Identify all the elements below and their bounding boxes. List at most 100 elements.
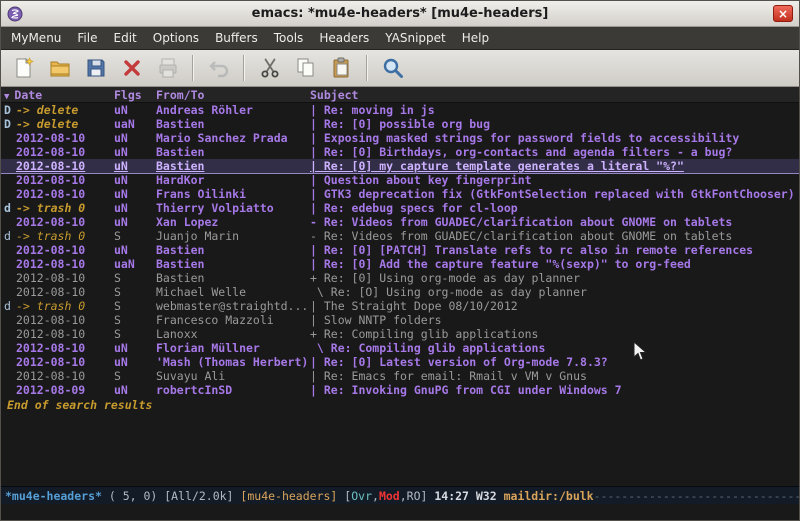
message-subject: | Re: [0] Latest version of Org-mode 7.8… — [310, 355, 799, 369]
message-subject: | Re: Invoking GnuPG from CGI under Wind… — [310, 383, 799, 397]
modeline-segment: ( 5, 0) — [102, 489, 164, 503]
menu-tools[interactable]: Tools — [266, 27, 312, 49]
message-subject: | Re: moving in js — [310, 103, 799, 117]
message-date: -> delete — [16, 117, 114, 131]
message-subject: | GTK3 deprecation fix (GtkFontSelection… — [310, 187, 799, 201]
message-mark — [4, 257, 16, 271]
message-date: 2012-08-10 — [16, 327, 114, 341]
menu-edit[interactable]: Edit — [106, 27, 145, 49]
message-mark — [4, 271, 16, 285]
menu-mymenu[interactable]: MyMenu — [3, 27, 69, 49]
menu-buffers[interactable]: Buffers — [207, 27, 266, 49]
message-row[interactable]: 2012-08-10SMichael Welle \ Re: [O] Using… — [1, 285, 799, 299]
column-header-date[interactable]: ▼Date — [4, 87, 114, 102]
message-mark — [4, 369, 16, 383]
new-file-button[interactable] — [7, 53, 40, 84]
save-button[interactable] — [79, 53, 112, 84]
titlebar[interactable]: emacs: *mu4e-headers* [mu4e-headers] × — [1, 1, 799, 27]
message-date: -> trash 0 — [16, 201, 114, 215]
message-row[interactable]: d-> trash 0SJuanjo Marin- Re: Videos fro… — [1, 229, 799, 243]
undo-icon — [207, 56, 231, 80]
message-from: robertcInSD — [156, 383, 310, 397]
message-date: 2012-08-10 — [16, 355, 114, 369]
print-button — [151, 53, 184, 84]
message-row[interactable]: 2012-08-10uNBastien| Re: [0] Birthdays, … — [1, 145, 799, 159]
message-row[interactable]: 2012-08-10uNFlorian Müllner \ Re: Compil… — [1, 341, 799, 355]
message-row[interactable]: 2012-08-10SFrancesco Mazzoli| Slow NNTP … — [1, 313, 799, 327]
message-row[interactable]: d-> trash 0uNThierry Volpiatto| Re: edeb… — [1, 201, 799, 215]
search-button[interactable] — [376, 53, 409, 84]
menu-yasnippet[interactable]: YASnippet — [377, 27, 454, 49]
message-from: Michael Welle — [156, 285, 310, 299]
modeline-segment: *mu4e-headers* — [5, 489, 102, 503]
modeline-segment: ----------------------------------------… — [594, 489, 799, 503]
message-row[interactable]: 2012-08-10uNHardKor| Question about key … — [1, 173, 799, 187]
message-row[interactable]: 2012-08-10uNMario Sanchez Prada| Exposin… — [1, 131, 799, 145]
message-from: Xan Lopez — [156, 215, 310, 229]
message-subject: | Question about key fingerprint — [310, 173, 799, 187]
message-mark — [4, 327, 16, 341]
menu-headers[interactable]: Headers — [311, 27, 377, 49]
message-subject: | Re: [0] Add the capture feature "%(sex… — [310, 257, 799, 271]
open-folder-button[interactable] — [43, 53, 76, 84]
echo-area[interactable] — [1, 504, 799, 520]
header-line: ▼Date Flgs From/To Subject — [1, 87, 799, 103]
message-from: Bastien — [156, 159, 310, 173]
close-buffer-icon — [120, 56, 144, 80]
cut-icon — [258, 56, 282, 80]
column-header-from[interactable]: From/To — [156, 87, 310, 102]
message-from: Suvayu Ali — [156, 369, 310, 383]
message-date: 2012-08-10 — [16, 215, 114, 229]
message-row[interactable]: 2012-08-10uaNBastien| Re: [0] Add the ca… — [1, 257, 799, 271]
modeline[interactable]: *mu4e-headers* ( 5, 0) [All/2.0k] [mu4e-… — [1, 486, 799, 504]
message-row[interactable]: 2012-08-10SLanoxx+ Re: Compiling glib ap… — [1, 327, 799, 341]
new-file-icon — [12, 56, 36, 80]
message-date: 2012-08-10 — [16, 243, 114, 257]
menu-help[interactable]: Help — [454, 27, 497, 49]
cut-button[interactable] — [253, 53, 286, 84]
close-button[interactable]: × — [773, 5, 793, 22]
message-subject: + Re: [0] Using org-mode as day planner — [310, 271, 799, 285]
message-row[interactable]: 2012-08-10uNXan Lopez- Re: Videos from G… — [1, 215, 799, 229]
message-date: 2012-08-10 — [16, 341, 114, 355]
message-date: 2012-08-10 — [16, 145, 114, 159]
column-header-subject[interactable]: Subject — [310, 87, 799, 102]
copy-button[interactable] — [289, 53, 322, 84]
message-from: Bastien — [156, 243, 310, 257]
emacs-app-icon — [7, 6, 27, 22]
message-row[interactable]: 2012-08-09uNrobertcInSD| Re: Invoking Gn… — [1, 383, 799, 397]
message-row[interactable]: D-> deleteuNAndreas Röhler| Re: moving i… — [1, 103, 799, 117]
message-flags: uN — [114, 145, 156, 159]
modeline-segment: Mod — [379, 489, 400, 503]
paste-button[interactable] — [325, 53, 358, 84]
message-date: 2012-08-10 — [16, 257, 114, 271]
toolbar-separator — [366, 55, 368, 81]
close-buffer-button[interactable] — [115, 53, 148, 84]
message-subject: | Slow NNTP folders — [310, 313, 799, 327]
message-from: Bastien — [156, 145, 310, 159]
message-date: -> delete — [16, 103, 114, 117]
message-from: 'Mash (Thomas Herbert) — [156, 355, 310, 369]
message-from: Juanjo Marin — [156, 229, 310, 243]
menu-options[interactable]: Options — [145, 27, 207, 49]
message-row[interactable]: d-> trash 0Swebmaster@straightd...| The … — [1, 299, 799, 313]
message-date: 2012-08-10 — [16, 313, 114, 327]
message-row[interactable]: 2012-08-10uNBastien| Re: [0] [PATCH] Tra… — [1, 243, 799, 257]
message-mark — [4, 341, 16, 355]
message-mark — [4, 215, 16, 229]
message-from: Florian Müllner — [156, 341, 310, 355]
message-date: 2012-08-10 — [16, 285, 114, 299]
message-flags: uaN — [114, 257, 156, 271]
message-row[interactable]: 2012-08-10uNBastien| Re: [0] my capture … — [1, 159, 799, 173]
message-row[interactable]: 2012-08-10uN'Mash (Thomas Herbert)| Re: … — [1, 355, 799, 369]
message-row[interactable]: 2012-08-10SSuvayu Ali| Re: Emacs for ema… — [1, 369, 799, 383]
message-subject: \ Re: Compiling glib applications — [310, 341, 799, 355]
toolbar-separator — [192, 55, 194, 81]
message-row[interactable]: 2012-08-10SBastien+ Re: [0] Using org-mo… — [1, 271, 799, 285]
modeline-segment: , — [372, 489, 379, 503]
menu-file[interactable]: File — [69, 27, 105, 49]
message-row[interactable]: 2012-08-10uNFrans Oilinki| GTK3 deprecat… — [1, 187, 799, 201]
message-row[interactable]: D-> deleteuaNBastien| Re: [0] possible o… — [1, 117, 799, 131]
sort-descending-icon: ▼ — [4, 92, 9, 102]
column-header-flags[interactable]: Flgs — [114, 87, 156, 102]
